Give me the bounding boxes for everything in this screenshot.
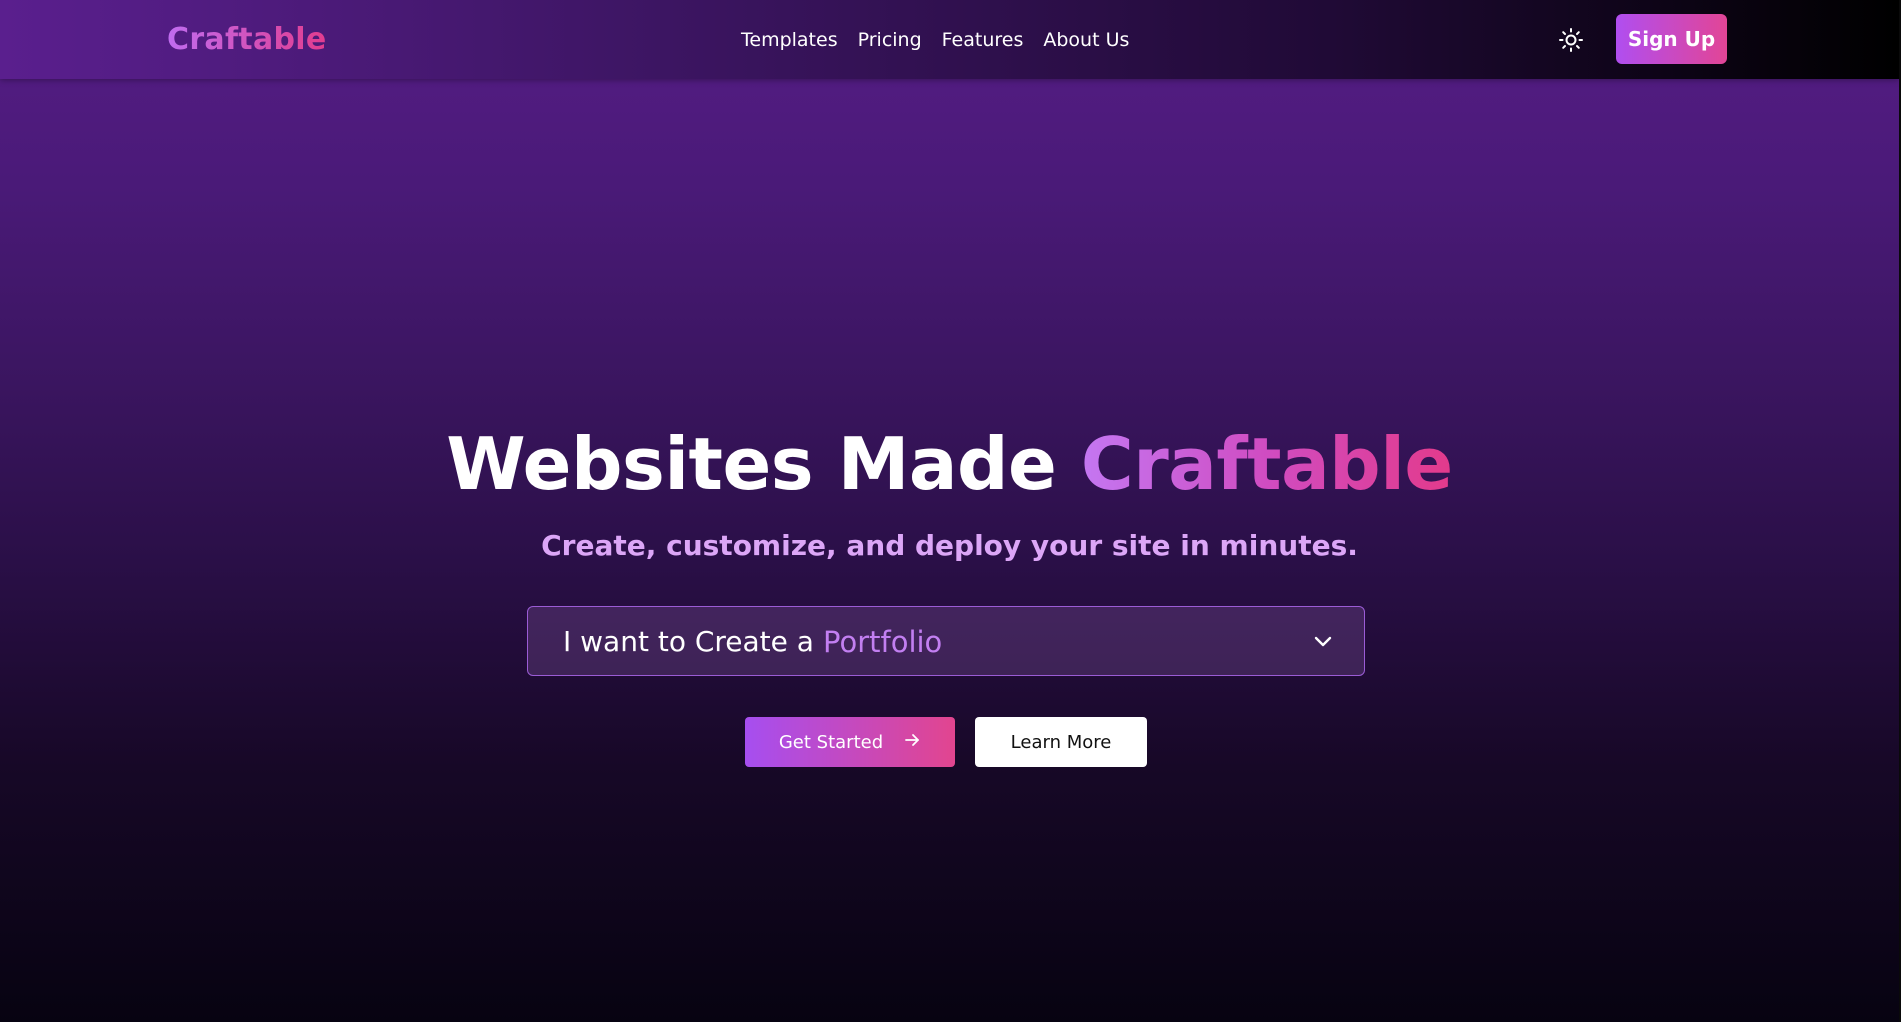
- site-header: Craftable Templates Pricing Features Abo…: [0, 0, 1899, 79]
- select-prefix-label: I want to Create a: [563, 625, 814, 658]
- hero-title-main: Websites Made: [446, 422, 1081, 506]
- get-started-button[interactable]: Get Started: [745, 717, 955, 767]
- hero-title-accent: Craftable: [1080, 422, 1453, 506]
- hero-subtitle: Create, customize, and deploy your site …: [541, 529, 1358, 562]
- logo[interactable]: Craftable: [167, 20, 327, 60]
- hero-title: Websites Made Craftable: [0, 416, 1899, 512]
- sun-icon[interactable]: [1558, 27, 1584, 53]
- nav-link-pricing[interactable]: Pricing: [858, 26, 922, 54]
- learn-more-button[interactable]: Learn More: [975, 717, 1147, 767]
- site-type-select[interactable]: I want to Create a Portfolio: [527, 606, 1365, 676]
- page-background: Craftable Templates Pricing Features Abo…: [0, 0, 1899, 1022]
- select-value: Portfolio: [823, 625, 943, 659]
- nav-link-templates[interactable]: Templates: [741, 26, 838, 54]
- arrow-right-icon: [903, 731, 921, 754]
- nav-link-about-us[interactable]: About Us: [1043, 26, 1129, 54]
- sign-up-button[interactable]: Sign Up: [1616, 14, 1727, 64]
- chevron-down-icon[interactable]: [1312, 630, 1334, 652]
- get-started-label: Get Started: [778, 731, 884, 753]
- nav-link-features[interactable]: Features: [942, 26, 1024, 54]
- main-nav: Templates Pricing Features About Us: [741, 26, 1129, 54]
